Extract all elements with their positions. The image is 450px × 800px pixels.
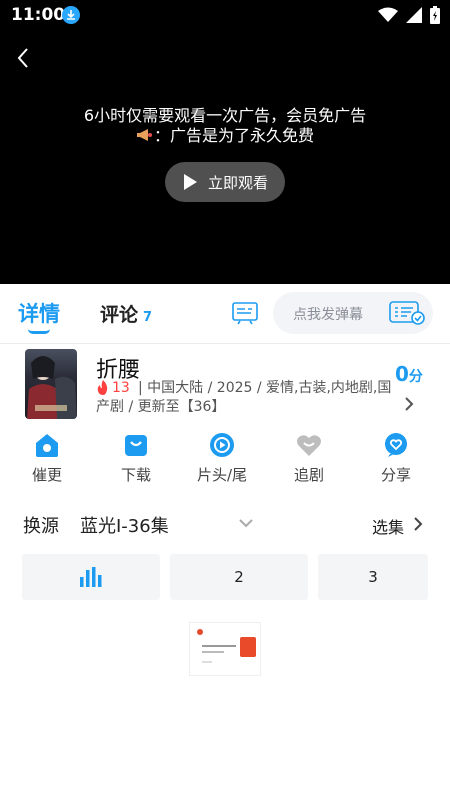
danmaku-toggle-icon[interactable] xyxy=(232,301,258,325)
score-value: 0 xyxy=(395,362,409,386)
app-root: 11:00 6小时仅需要观看一次广告，会员免广告 ：广告是为了永久免费 立即观看 xyxy=(0,0,450,800)
chevron-right-icon[interactable] xyxy=(412,516,424,532)
show-meta-text: | 中国大陆 / 2025 / 爱情,古装,内地剧,国产剧 / 更新至【36】 xyxy=(96,380,392,415)
status-time: 11:00 xyxy=(11,5,66,25)
watch-now-label: 立即观看 xyxy=(207,173,268,192)
video-player[interactable]: 11:00 6小时仅需要观看一次广告，会员免广告 ：广告是为了永久免费 立即观看 xyxy=(0,0,450,284)
tab-comments[interactable]: 评论 xyxy=(100,300,138,327)
select-episodes-button[interactable]: 选集 xyxy=(372,514,404,538)
action-label: 催更 xyxy=(31,466,62,484)
ad-notice-line2-text: ：广告是为了永久免费 xyxy=(153,126,314,145)
megaphone-icon xyxy=(136,127,154,146)
ad-banner-image[interactable] xyxy=(189,622,261,676)
action-urge-update[interactable]: 催更 xyxy=(17,432,77,485)
episode-item[interactable]: 3 xyxy=(318,554,428,600)
play-icon xyxy=(183,174,197,190)
tab-detail[interactable]: 详情 xyxy=(18,298,60,328)
danmaku-settings-icon[interactable] xyxy=(389,301,425,325)
action-label: 追剧 xyxy=(293,466,324,484)
action-follow[interactable]: 追剧 xyxy=(279,432,339,485)
show-meta: | 中国大陆 / 2025 / 爱情,古装,内地剧,国产剧 / 更新至【36】 xyxy=(96,379,396,417)
playing-bars-icon xyxy=(80,567,102,587)
action-label: 下载 xyxy=(120,466,151,484)
show-score: 0分 xyxy=(395,362,423,386)
episode-item[interactable]: 2 xyxy=(170,554,308,600)
action-label: 片头/尾 xyxy=(196,466,248,484)
action-share[interactable]: 分享 xyxy=(366,432,426,485)
comments-count: 7 xyxy=(143,310,153,325)
tab-detail-indicator xyxy=(28,329,50,334)
action-skip-intro[interactable]: 片头/尾 xyxy=(192,432,252,485)
heart-icon xyxy=(297,435,321,456)
action-download[interactable]: 下载 xyxy=(106,432,166,485)
chevron-down-icon[interactable] xyxy=(238,516,254,530)
status-bar: 11:00 xyxy=(0,0,450,32)
share-heart-icon xyxy=(385,433,407,457)
action-label: 分享 xyxy=(380,466,411,484)
wifi-icon xyxy=(378,7,398,22)
status-icons xyxy=(378,6,440,24)
ad-notice-line2: ：广告是为了永久免费 xyxy=(0,122,450,146)
source-selector[interactable]: 蓝光I-36集 xyxy=(80,512,169,538)
score-unit: 分 xyxy=(408,369,423,385)
show-poster[interactable] xyxy=(25,349,77,419)
tab-bar: 详情 评论 7 点我发弹幕 xyxy=(0,284,450,344)
chevron-right-icon[interactable] xyxy=(402,396,416,412)
play-circle-icon xyxy=(210,433,234,457)
source-label: 换源 xyxy=(23,516,59,537)
home-bell-icon xyxy=(36,434,58,457)
tab-divider xyxy=(0,343,450,344)
signal-icon xyxy=(406,7,422,23)
download-notification-icon xyxy=(62,6,80,24)
danmaku-input[interactable]: 点我发弹幕 xyxy=(273,292,433,334)
watch-now-button[interactable]: 立即观看 xyxy=(165,162,285,202)
danmaku-placeholder: 点我发弹幕 xyxy=(293,307,363,323)
download-bag-icon xyxy=(125,435,147,456)
battery-icon xyxy=(430,6,440,24)
episode-current[interactable] xyxy=(22,554,160,600)
back-arrow-icon[interactable] xyxy=(12,46,36,70)
